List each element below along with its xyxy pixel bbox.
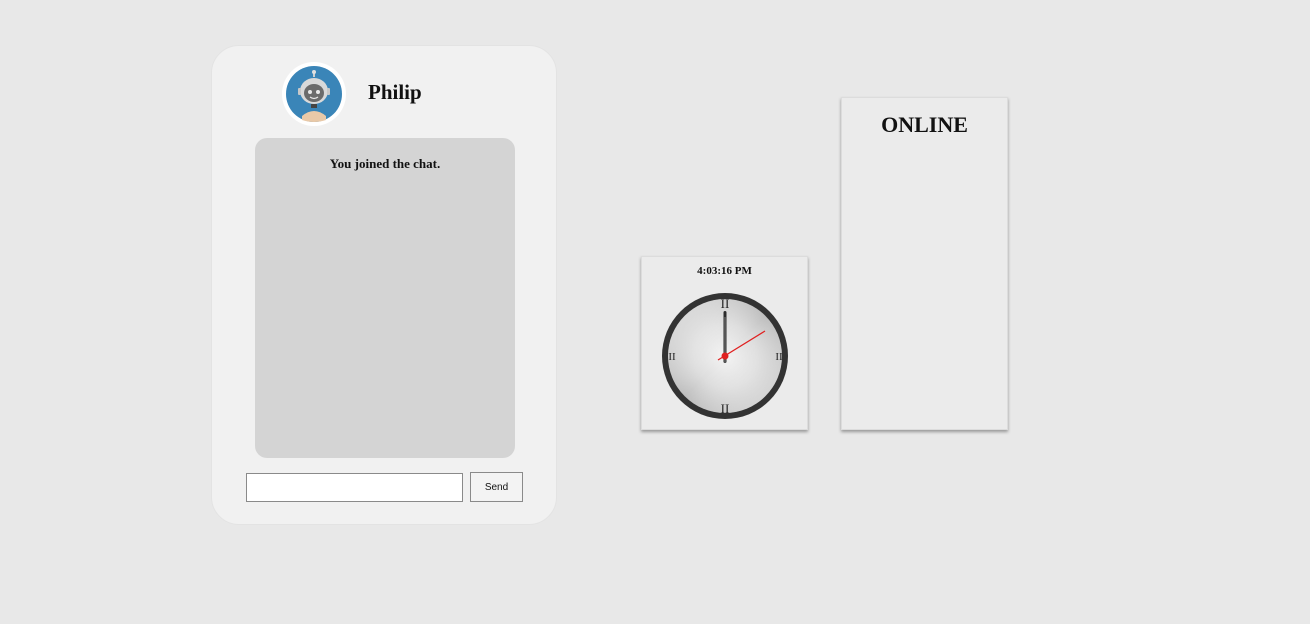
system-message: You joined the chat. [329, 156, 441, 171]
online-users-panel: ONLINE [841, 97, 1008, 430]
numeral-top: II [721, 296, 730, 311]
clock-panel: 4:03:16 PM II II II II [641, 256, 808, 430]
send-button[interactable]: Send [470, 472, 523, 502]
digital-clock: 4:03:16 PM [697, 265, 752, 277]
chat-panel: Philip You joined the chat. Send [211, 45, 557, 525]
numeral-bottom: II [721, 401, 730, 416]
clock-center [721, 352, 729, 360]
avatar [282, 62, 346, 126]
numeral-left: II [668, 351, 676, 363]
numeral-right: II [775, 351, 783, 363]
robot-avatar-icon [286, 66, 342, 122]
analog-clock: II II II II [662, 293, 788, 419]
message-list: You joined the chat. [255, 138, 515, 458]
chat-user-name: Philip [368, 80, 422, 104]
online-title: ONLINE [881, 112, 968, 137]
message-input[interactable] [246, 473, 463, 502]
